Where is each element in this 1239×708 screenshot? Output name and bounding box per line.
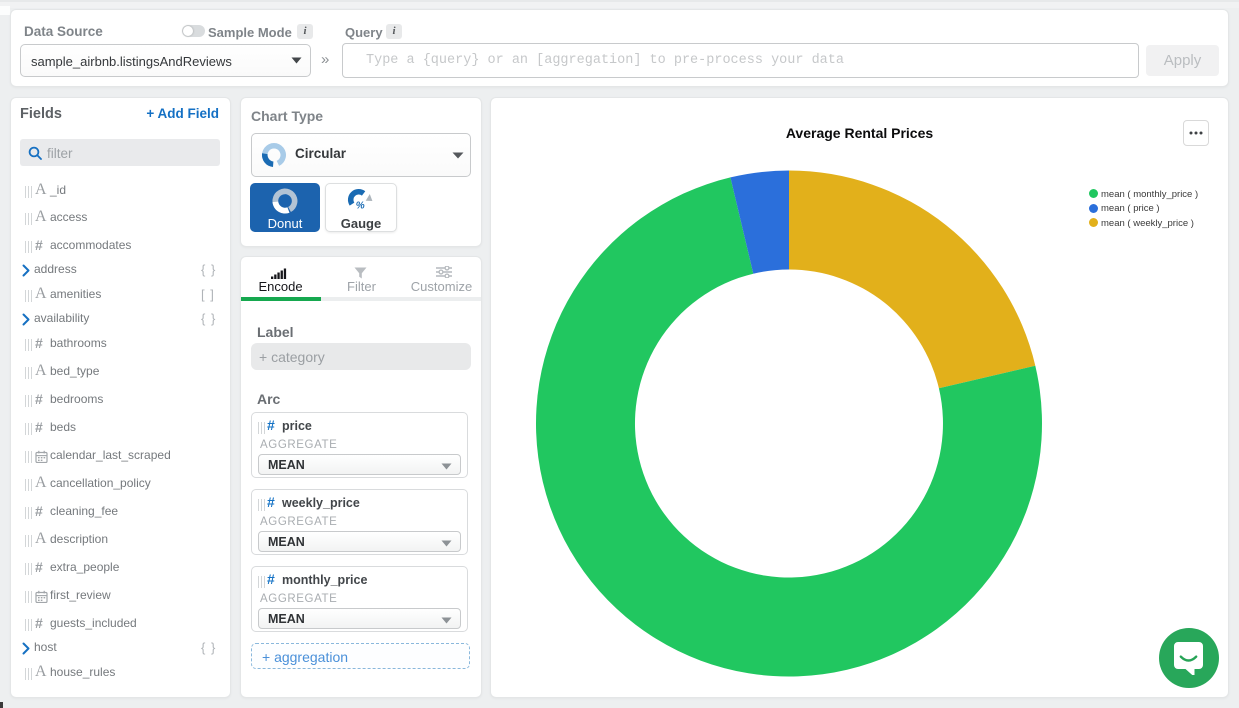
svg-text:%: % bbox=[356, 201, 365, 210]
